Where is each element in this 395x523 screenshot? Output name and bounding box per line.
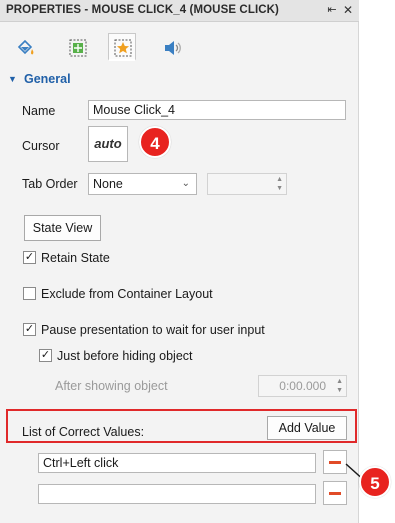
- tab-order-stepper: ▲ ▼: [207, 173, 287, 195]
- minus-icon: [329, 492, 341, 495]
- pause-presentation-checkbox[interactable]: ✓: [23, 323, 36, 336]
- tab-order-label: Tab Order: [22, 177, 78, 191]
- correct-values-label: List of Correct Values:: [22, 425, 145, 439]
- exclude-layout-checkbox[interactable]: [23, 287, 36, 300]
- tab-order-value: None: [93, 177, 123, 191]
- add-value-button[interactable]: Add Value: [267, 416, 347, 440]
- cursor-selector[interactable]: auto: [88, 126, 128, 162]
- fill-icon: [17, 39, 34, 55]
- close-icon[interactable]: ✕: [341, 3, 355, 17]
- property-tabs: [0, 22, 359, 67]
- section-title: General: [24, 72, 71, 86]
- before-hiding-checkbox[interactable]: ✓: [39, 349, 52, 362]
- retain-state-checkbox[interactable]: ✓: [23, 251, 36, 264]
- after-showing-value: 0:00.000: [279, 379, 326, 393]
- collapse-caret-icon[interactable]: ▼: [8, 74, 17, 84]
- tab-interaction[interactable]: [108, 33, 136, 61]
- audio-icon: [165, 41, 181, 55]
- callout-badge-4: 4: [139, 126, 171, 158]
- tab-order-select[interactable]: None ⌄: [88, 173, 197, 195]
- size-position-icon: [69, 39, 87, 57]
- interaction-icon: [114, 39, 132, 57]
- name-label: Name: [22, 104, 56, 118]
- before-hiding-label: Just before hiding object: [57, 349, 193, 363]
- properties-panel: PROPERTIES - MOUSE CLICK_4 (MOUSE CLICK)…: [0, 0, 359, 523]
- state-view-button[interactable]: State View: [24, 215, 101, 241]
- callout-badge-5: 5: [359, 466, 391, 498]
- correct-value-field-1[interactable]: Ctrl+Left click: [38, 453, 316, 473]
- exclude-layout-label: Exclude from Container Layout: [41, 287, 213, 301]
- after-showing-label: After showing object: [55, 379, 168, 393]
- cursor-label: Cursor: [22, 139, 60, 153]
- correct-value-field-2[interactable]: [38, 484, 316, 504]
- chevron-down-icon: ⌄: [181, 178, 190, 189]
- tab-audio[interactable]: [157, 33, 185, 61]
- after-showing-time: 0:00.000 ▲ ▼: [258, 375, 347, 397]
- retain-state-label: Retain State: [41, 251, 110, 265]
- pause-presentation-label: Pause presentation to wait for user inpu…: [41, 323, 265, 337]
- stepper-arrows-icon: ▲ ▼: [336, 378, 343, 394]
- pin-icon[interactable]: ⇤: [325, 3, 339, 17]
- tab-fill[interactable]: [11, 33, 39, 61]
- tab-size-position[interactable]: [63, 33, 91, 61]
- panel-title: PROPERTIES - MOUSE CLICK_4 (MOUSE CLICK): [6, 4, 279, 16]
- stepper-arrows-icon: ▲ ▼: [276, 176, 283, 192]
- panel-titlebar: PROPERTIES - MOUSE CLICK_4 (MOUSE CLICK)…: [0, 0, 359, 22]
- name-field[interactable]: Mouse Click_4: [88, 100, 346, 120]
